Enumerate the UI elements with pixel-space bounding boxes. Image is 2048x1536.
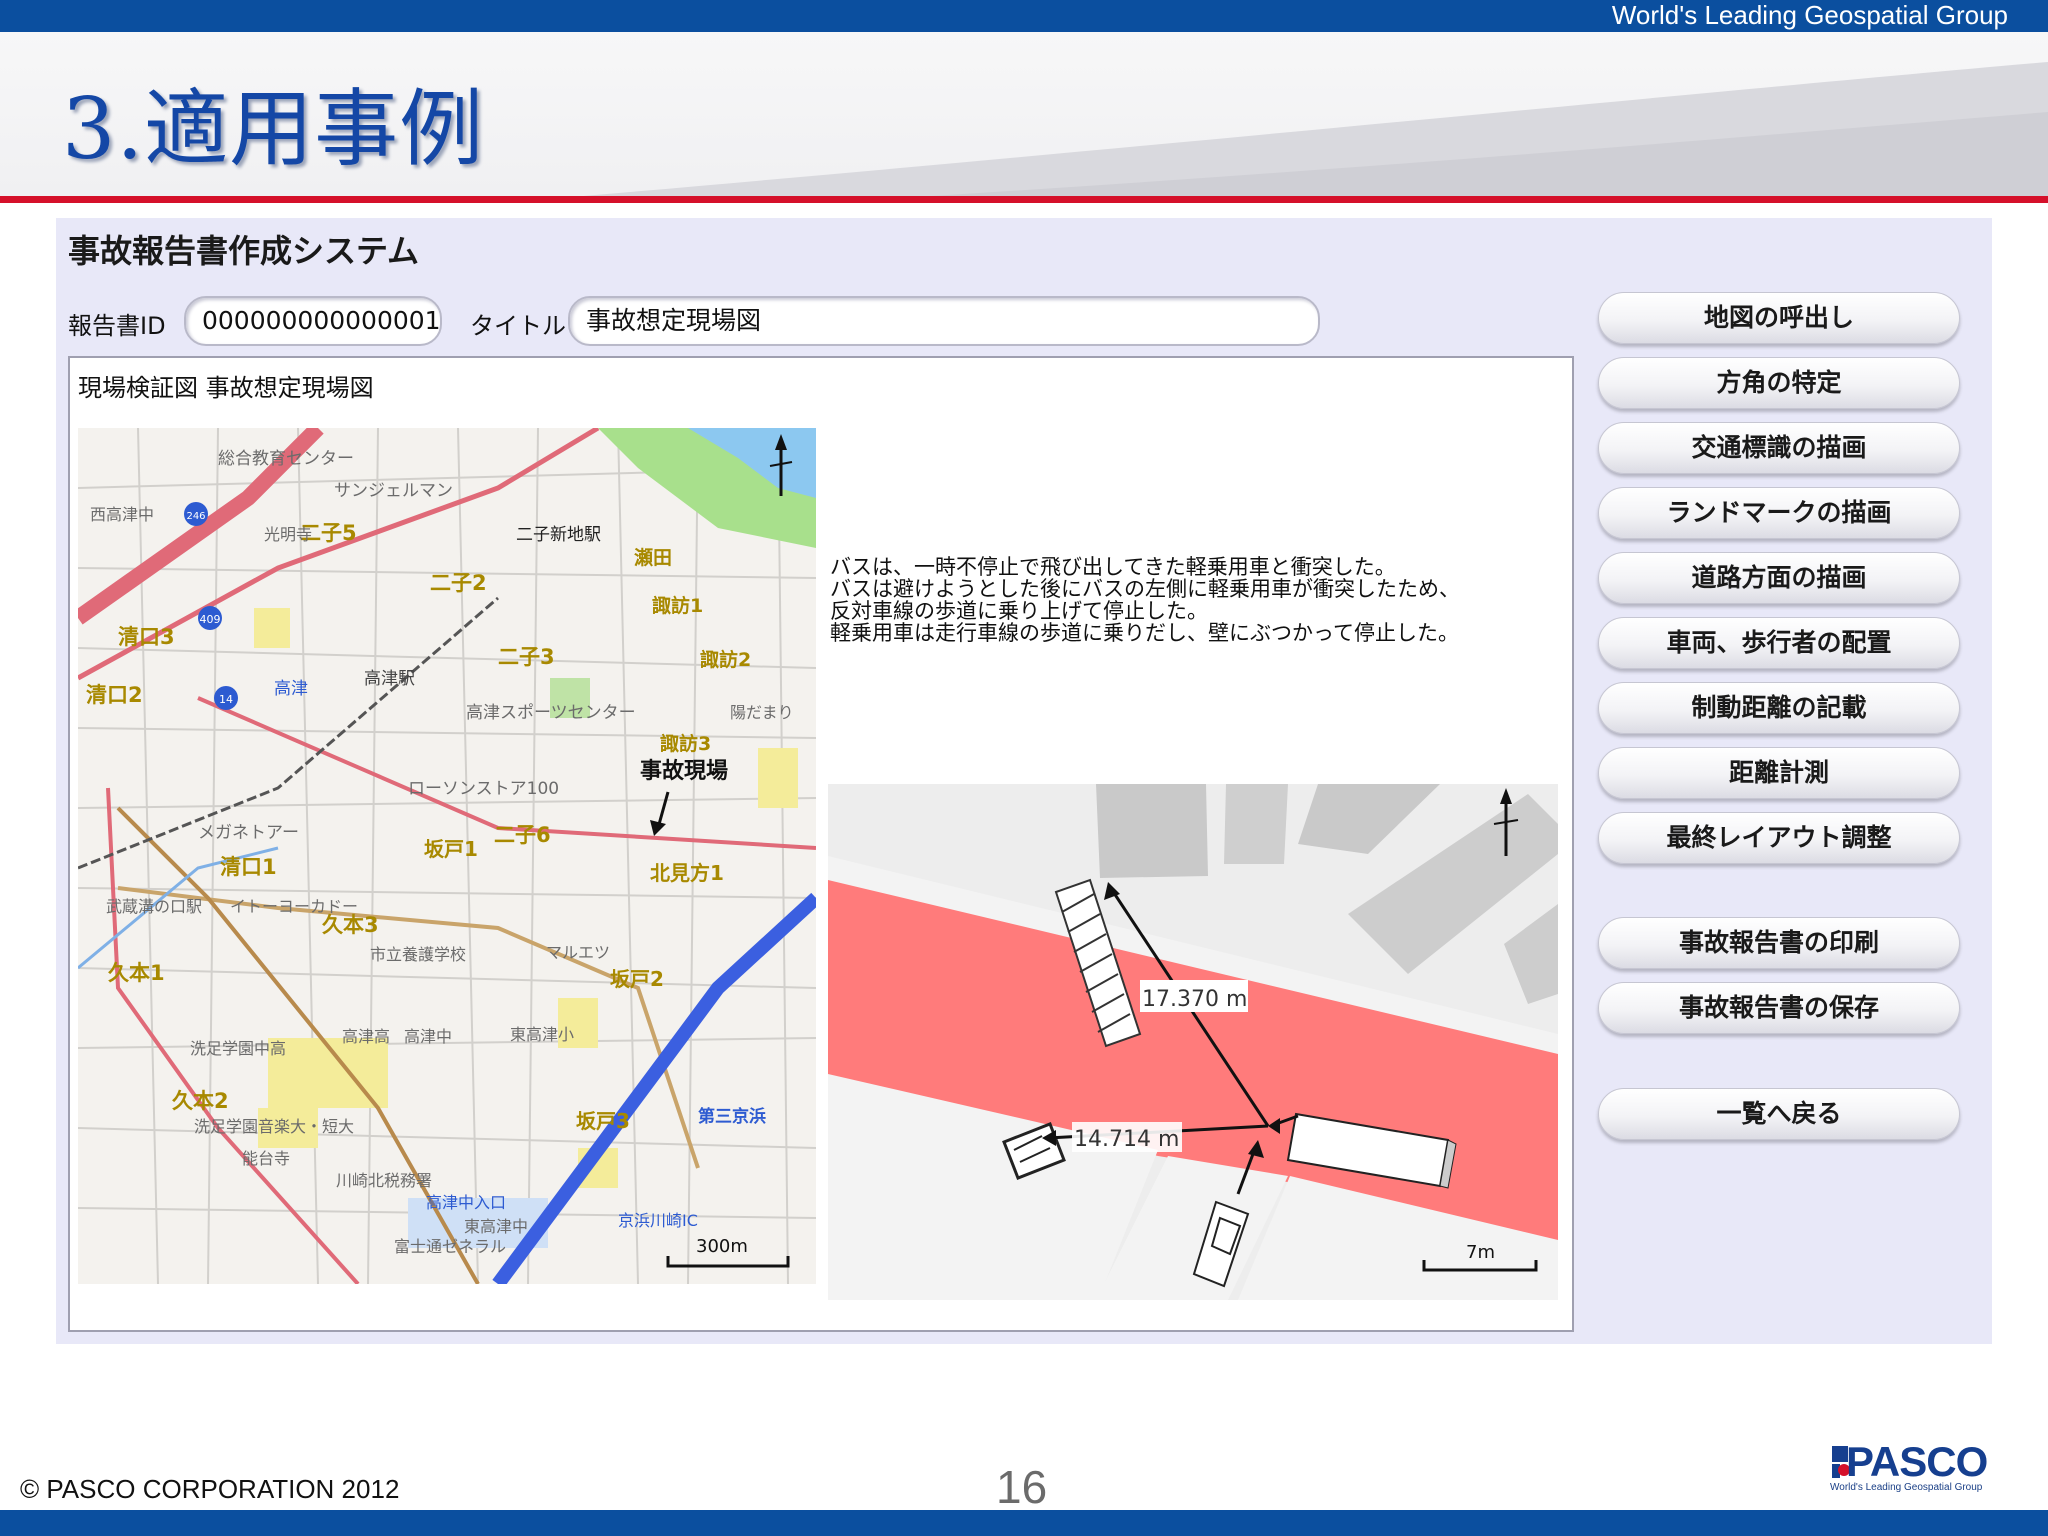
svg-text:7m: 7m [1466, 1242, 1495, 1263]
description-line: バスは、一時不停止で飛び出してきた軽乗用車と衝突した。 [830, 555, 1396, 579]
description-line: バスは避けようとした後にバスの左側に軽乗用車が衝突したため、 [830, 577, 1460, 601]
logo-tagline: World's Leading Geospatial Group [1830, 1482, 1983, 1493]
draw-landmark-button[interactable]: ランドマークの描画 [1598, 487, 1960, 539]
map-label: 京浜川崎IC [618, 1211, 698, 1230]
svg-text:246: 246 [186, 511, 205, 522]
braking-distance-button[interactable]: 制動距離の記載 [1598, 682, 1960, 734]
logo-text: PASCO [1846, 1438, 1988, 1485]
map-label: 陽だまり [730, 703, 794, 722]
map-label: 武蔵溝の口駅 [106, 897, 202, 916]
place-vehicles-button[interactable]: 車両、歩行者の配置 [1598, 617, 1960, 669]
route-badge-14: 14 [214, 686, 238, 710]
map-label: 高津中 [404, 1027, 452, 1046]
map-label: 諏訪3 [660, 732, 711, 755]
final-layout-button[interactable]: 最終レイアウト調整 [1598, 812, 1960, 864]
map-label: 清口1 [220, 855, 277, 879]
svg-text:409: 409 [200, 613, 221, 626]
map-label: サンジェルマン [334, 481, 453, 501]
map-label: 清口2 [86, 683, 143, 707]
map-label: 洗足学園音楽大・短大 [194, 1117, 354, 1136]
map-label: 高津高 [342, 1027, 390, 1046]
map-label: 高津駅 [364, 669, 415, 689]
map-label: 東高津小 [510, 1025, 574, 1044]
header-red-rule [0, 196, 2048, 203]
map-label: 二子2 [430, 571, 487, 595]
map-label: 諏訪1 [652, 594, 703, 617]
accident-description: バスは、一時不停止で飛び出してきた軽乗用車と衝突した。 バスは避けようとした後に… [830, 556, 1550, 644]
map-label: 高津スポーツセンター [466, 703, 636, 723]
report-id-label: 報告書ID [68, 312, 166, 340]
load-map-button[interactable]: 地図の呼出し [1598, 292, 1960, 344]
save-report-button[interactable]: 事故報告書の保存 [1598, 982, 1960, 1034]
bottom-brand-bar [0, 1510, 2048, 1536]
map-label: 二子6 [494, 823, 551, 847]
map-label: 坂戸2 [610, 967, 664, 991]
description-line: 軽乗用車は走行車線の歩道に乗りだし、壁にぶつかって停止した。 [830, 621, 1459, 645]
map-label: 坂戸3 [576, 1109, 630, 1133]
map-label: 西高津中 [90, 505, 154, 524]
map-label: 北見方1 [650, 861, 724, 885]
description-line: 反対車線の歩道に乗り上げて停止した。 [830, 599, 1208, 623]
report-id-field[interactable]: 000000000000001 [184, 296, 442, 346]
panel-caption: 現場検証図 事故想定現場図 [78, 374, 374, 402]
set-direction-button[interactable]: 方角の特定 [1598, 357, 1960, 409]
map-label: 能台寺 [242, 1149, 290, 1168]
map-label: 久本1 [108, 961, 165, 985]
slide-title: 3.適用事例 [62, 80, 485, 178]
map-label: 富士通ゼネラル [394, 1237, 506, 1256]
measure-distance-button[interactable]: 距離計測 [1598, 747, 1960, 799]
map-label: メガネトアー [198, 823, 299, 843]
route-badge-246: 246 [184, 502, 208, 526]
map-label: 二子新地駅 [516, 525, 601, 545]
map-label: 総合教育センター [218, 449, 354, 469]
map-label: 光明寺 [264, 525, 312, 544]
map-label: マルエツ [546, 943, 610, 962]
svg-text:300m: 300m [696, 1236, 748, 1257]
map-label: 高津中入口 [426, 1193, 506, 1212]
map-label: 高津 [274, 679, 308, 699]
page-number: 16 [996, 1461, 1048, 1513]
draw-road-direction-button[interactable]: 道路方面の描画 [1598, 552, 1960, 604]
report-title-field[interactable]: 事故想定現場図 [568, 296, 1320, 346]
route-badge-409: 409 [198, 606, 222, 630]
map-label: 東高津中 [464, 1217, 528, 1236]
svg-text:事故現場: 事故現場 [640, 758, 728, 784]
print-report-button[interactable]: 事故報告書の印刷 [1598, 917, 1960, 969]
map-label: 久本3 [322, 913, 379, 937]
map-label: ローソンストア100 [408, 779, 559, 799]
map-label: 市立養護学校 [370, 945, 466, 964]
map-label: 坂戸1 [424, 837, 478, 861]
map-label: 久本2 [172, 1089, 229, 1113]
building-shape [1096, 784, 1208, 878]
map-label: 第三京浜 [698, 1106, 766, 1127]
map-label: 諏訪2 [700, 648, 751, 671]
distance-label-2: 14.714 m [1074, 1127, 1179, 1152]
report-title-label: タイトル [470, 312, 566, 340]
brand-tagline: World's Leading Geospatial Group [1611, 0, 2008, 30]
building-shape [1224, 784, 1288, 864]
back-to-list-button[interactable]: 一覧へ戻る [1598, 1088, 1960, 1140]
svg-text:14: 14 [219, 693, 233, 706]
map-label: 清口3 [118, 625, 175, 649]
copyright-text: © PASCO CORPORATION 2012 [20, 1474, 400, 1504]
accident-diagram[interactable]: 17.370 m 14.714 m 7m [828, 784, 1558, 1300]
map-label: 洗足学園中高 [190, 1039, 286, 1058]
app-title: 事故報告書作成システム [68, 232, 420, 270]
map-label: イトーヨーカドー [230, 897, 358, 916]
distance-label-1: 17.370 m [1142, 987, 1247, 1012]
draw-traffic-sign-button[interactable]: 交通標識の描画 [1598, 422, 1960, 474]
map-label: 二子3 [498, 645, 555, 669]
map-label: 川崎北税務署 [336, 1171, 432, 1190]
area-map[interactable]: 409 14 246 総合教育センター サンジェルマン 二子新地駅 瀬田 諏訪1… [78, 428, 816, 1284]
map-label: 瀬田 [634, 547, 672, 569]
